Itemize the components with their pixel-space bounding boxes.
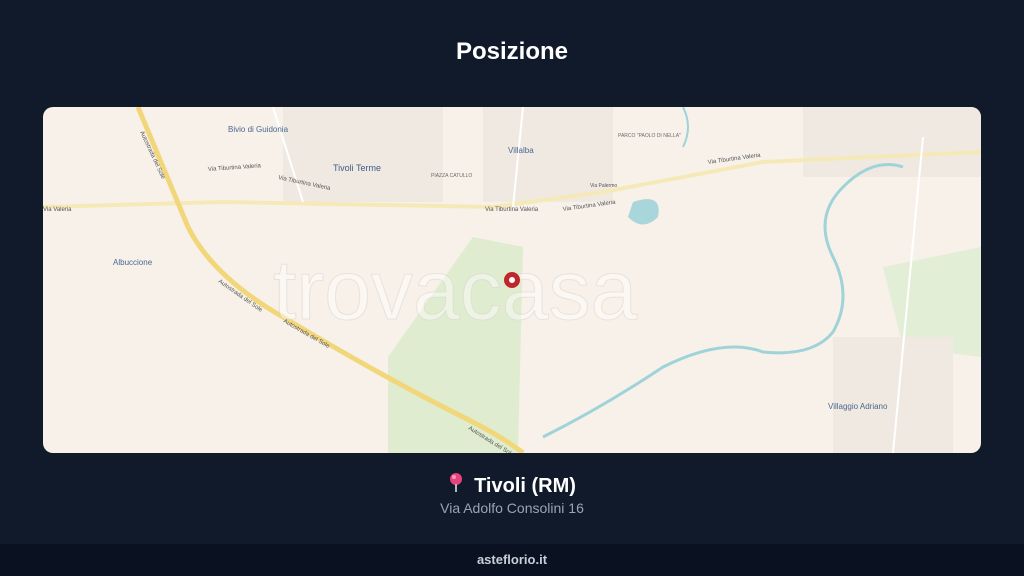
map-label-bivio: Bivio di Guidonia [228, 125, 289, 134]
map-view[interactable]: trovacasa Bivio di Guidonia Tivoli Terme… [43, 107, 981, 453]
location-title: Tivoli (RM) [0, 472, 1024, 498]
road-label: Autostrada del Sole [217, 279, 264, 314]
map-label-albuccione: Albuccione [113, 258, 153, 267]
address-text: Via Adolfo Consolini 16 [440, 500, 584, 516]
map-label-piazza: PIAZZA CATULLO [431, 173, 472, 179]
map-canvas: trovacasa Bivio di Guidonia Tivoli Terme… [43, 107, 981, 453]
river [682, 107, 689, 148]
road-label: Via Tiburtina Valeria [208, 163, 262, 173]
footer: asteflorio.it [0, 544, 1024, 576]
map-label-tivoli-terme: Tivoli Terme [333, 163, 381, 173]
road-label: Via Tiburtina Valeria [485, 207, 539, 213]
urban-area [833, 337, 953, 453]
page-title: Posizione [455, 38, 569, 65]
road-label: Via Palermo [590, 183, 617, 189]
footer-brand[interactable]: asteflorio.it [0, 544, 1024, 576]
pin-icon [448, 472, 464, 498]
urban-area [283, 107, 443, 202]
map-label-villaggio-adriano: Villaggio Adriano [828, 402, 888, 411]
map-label-parco: PARCO "PAOLO DI NELLA" [618, 133, 681, 139]
road-label: Via Valeria [43, 207, 72, 213]
city-name: Tivoli (RM) [474, 475, 576, 497]
map-label-villalba: Villalba [508, 146, 534, 155]
lake [628, 199, 659, 225]
map-watermark: trovacasa [273, 243, 637, 337]
urban-area [803, 107, 981, 177]
